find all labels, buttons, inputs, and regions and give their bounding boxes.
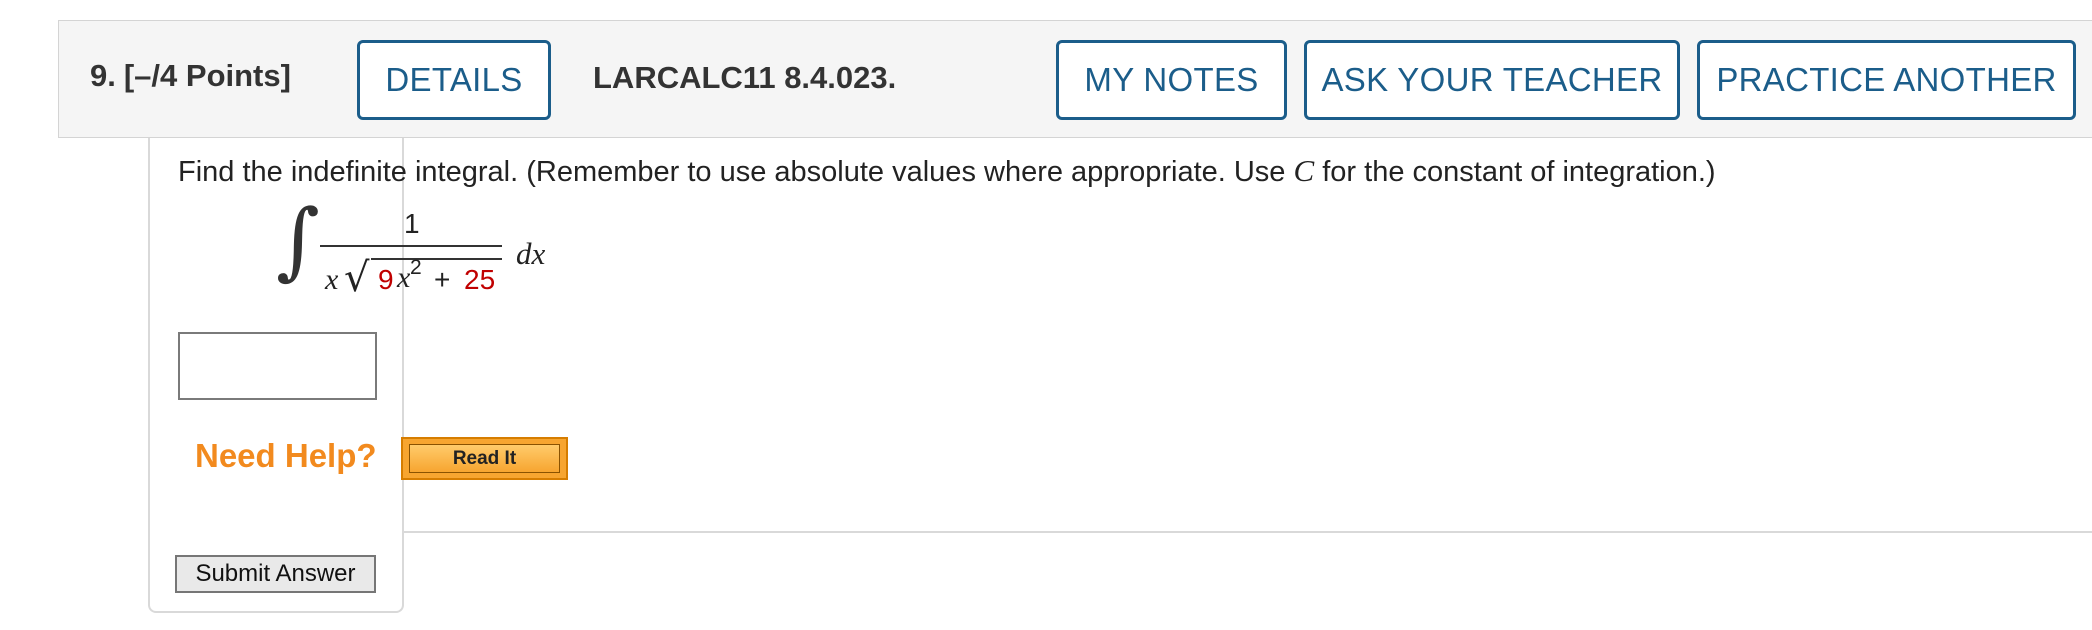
prompt-text-start: Find the indefinite integral. (Remember … [178, 156, 1294, 188]
integral-sign-icon: ∫ [276, 191, 320, 289]
question-number: 9. [–/4 Points] [90, 58, 291, 94]
question-body-divider [404, 531, 2092, 533]
submit-answer-button[interactable]: Submit Answer [175, 555, 376, 593]
constant-term: 25 [464, 264, 496, 295]
question-number-text: 9. [90, 58, 116, 93]
need-help-label: Need Help? [195, 437, 377, 474]
radical-bar [371, 258, 502, 260]
problem-code: LARCALC11 8.4.023. [593, 60, 897, 95]
my-notes-button[interactable]: MY NOTES [1056, 40, 1287, 120]
constant-symbol: C [1293, 153, 1315, 188]
read-it-button[interactable]: Read It [401, 437, 568, 480]
ask-teacher-button[interactable]: ASK YOUR TEACHER [1304, 40, 1680, 120]
fraction-bar [320, 245, 502, 247]
numerator: 1 [404, 208, 420, 239]
answer-input[interactable] [178, 332, 377, 400]
plus-sign: + [434, 264, 451, 295]
points-label: [–/4 Points] [123, 58, 291, 93]
radical-icon: √ [344, 255, 370, 301]
exponent: 2 [410, 256, 422, 279]
question-prompt: Find the indefinite integral. (Remember … [178, 153, 1716, 189]
denominator-x: x [325, 263, 339, 296]
differential: dx [516, 236, 546, 271]
coefficient: 9 [378, 264, 394, 295]
details-button[interactable]: DETAILS [357, 40, 551, 120]
prompt-text-end: for the constant of integration.) [1314, 156, 1716, 188]
read-it-label: Read It [409, 444, 560, 473]
radicand-variable: x [397, 261, 411, 294]
practice-another-button[interactable]: PRACTICE ANOTHER [1697, 40, 2076, 120]
